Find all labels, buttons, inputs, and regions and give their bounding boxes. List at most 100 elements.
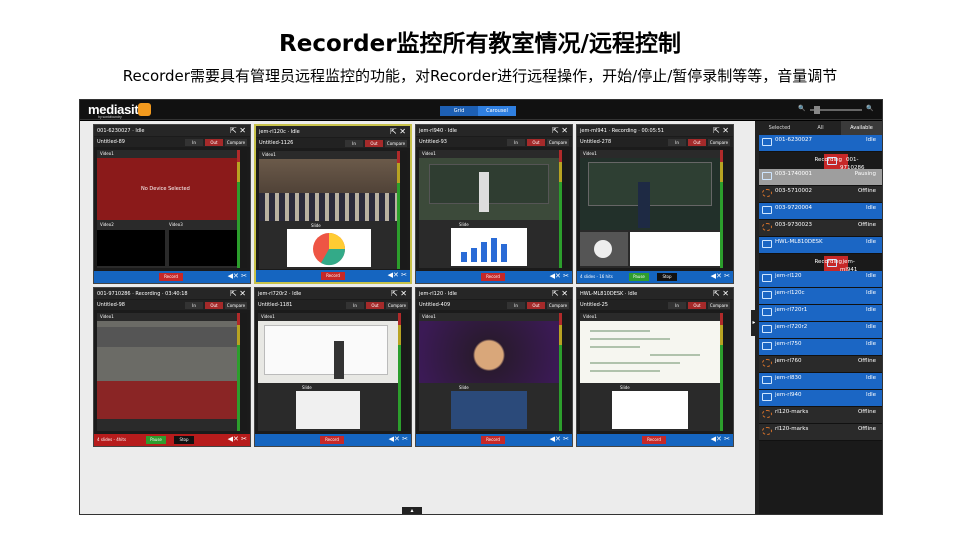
popout-close-icon[interactable]: ⇱ ✕ — [230, 126, 246, 135]
stop-button[interactable]: Stop — [174, 436, 194, 444]
in-button[interactable]: In — [185, 302, 203, 309]
pause-button[interactable]: Pause — [146, 436, 166, 444]
tile-title: 001-6230027 · Idle — [97, 128, 145, 134]
recorder-list-item[interactable]: jem-rl830 Idle — [759, 373, 882, 390]
mute-settings-icon[interactable]: ◀✕ ✂ — [550, 435, 569, 443]
record-button[interactable]: Record — [481, 273, 505, 281]
in-button[interactable]: In — [507, 139, 525, 146]
audio-level-meter[interactable] — [237, 313, 247, 431]
recorder-status: Idle — [865, 290, 876, 296]
compare-button[interactable]: Compare — [708, 139, 730, 146]
zoom-slider[interactable]: 🔍 🔍 — [798, 105, 876, 115]
mute-settings-icon[interactable]: ◀✕ ✂ — [389, 435, 408, 443]
in-button[interactable]: In — [346, 302, 364, 309]
recorder-list-item[interactable]: 003-5710002 Offline — [759, 186, 882, 203]
popout-close-icon[interactable]: ⇱ ✕ — [552, 289, 568, 298]
compare-button[interactable]: Compare — [225, 139, 247, 146]
recorder-list-item[interactable]: 003-9720004 Idle — [759, 203, 882, 220]
recorder-list-item[interactable]: jem-rl120 Idle — [759, 271, 882, 288]
out-button[interactable]: Out — [527, 139, 545, 146]
tile-presentation-row: Untitled-278 In Out Compare — [577, 137, 733, 147]
compare-button[interactable]: Compare — [385, 140, 407, 147]
audio-level-meter[interactable] — [398, 313, 408, 431]
in-button[interactable]: In — [345, 140, 363, 147]
tab-all[interactable]: All — [800, 121, 841, 135]
mute-settings-icon[interactable]: ◀✕ ✂ — [550, 272, 569, 280]
audio-level-meter[interactable] — [237, 150, 247, 268]
recorder-tile[interactable]: jem-rl940 · Idle ⇱ ✕ Untitled-93 In Out Comp… — [415, 124, 573, 284]
compare-button[interactable]: Compare — [386, 302, 408, 309]
audio-level-meter[interactable] — [397, 151, 407, 269]
popout-close-icon[interactable]: ⇱ ✕ — [230, 289, 246, 298]
recorder-list-item[interactable]: jem-rl750 Idle — [759, 339, 882, 356]
tab-available[interactable]: Available — [841, 121, 882, 135]
recorder-list-item[interactable]: rl120-marks Offline — [759, 424, 882, 441]
carousel-view-button[interactable]: Carousel — [478, 106, 516, 116]
audio-level-meter[interactable] — [559, 313, 569, 431]
logo-mark-icon — [138, 103, 151, 116]
recorder-tile[interactable]: jem-rl120 · Idle ⇱ ✕ Untitled-409 In Out Com… — [415, 287, 573, 447]
grid-view-button[interactable]: Grid — [440, 106, 478, 116]
recorder-tile[interactable]: 001-6230027 · Idle ⇱ ✕ Untitled-89 In Out Co… — [93, 124, 251, 284]
popout-close-icon[interactable]: ⇱ ✕ — [713, 126, 729, 135]
in-button[interactable]: In — [668, 139, 686, 146]
out-button[interactable]: Out — [688, 302, 706, 309]
recorder-tile[interactable]: jem-rl720r2 · Idle ⇱ ✕ Untitled-1181 In Out… — [254, 287, 412, 447]
audio-level-meter[interactable] — [720, 150, 730, 268]
zoom-out-icon[interactable]: 🔍 — [798, 105, 805, 112]
recorder-list-item[interactable]: 003-9730023 Offline — [759, 220, 882, 237]
recorder-list-item[interactable]: jem-rl760 Offline — [759, 356, 882, 373]
mute-settings-icon[interactable]: ◀✕ ✂ — [388, 271, 407, 279]
record-button[interactable]: Record — [159, 273, 183, 281]
compare-button[interactable]: Compare — [547, 139, 569, 146]
recorder-list-item[interactable]: jem-rl720r2 Idle — [759, 322, 882, 339]
recorder-name: jem-rl750 — [775, 341, 802, 347]
audio-level-meter[interactable] — [559, 150, 569, 268]
recorder-list-item[interactable]: jem-rl720r1 Idle — [759, 305, 882, 322]
monitor-icon — [762, 325, 772, 333]
out-button[interactable]: Out — [688, 139, 706, 146]
recorder-list: 001-6230027 Idle 001-9710286 Recording 003-1… — [759, 135, 882, 441]
recorder-list-item[interactable]: 003-1740001 Pausing — [759, 169, 882, 186]
out-button[interactable]: Out — [366, 302, 384, 309]
recorder-tile[interactable]: 001-9710286 · Recording · 03:40:18 ⇱ ✕ Un… — [93, 287, 251, 447]
recorder-tile[interactable]: jem-ml941 · Recording · 00:05:51 ⇱ ✕ Unti… — [576, 124, 734, 284]
compare-button[interactable]: Compare — [708, 302, 730, 309]
out-button[interactable]: Out — [527, 302, 545, 309]
in-button[interactable]: In — [507, 302, 525, 309]
in-button[interactable]: In — [185, 139, 203, 146]
audio-level-meter[interactable] — [720, 313, 730, 431]
recorder-tile[interactable]: jem-rl120c · Idle ⇱ ✕ Untitled-1126 In Out C… — [254, 124, 412, 284]
recorder-list-item[interactable]: rl120-marks Offline — [759, 407, 882, 424]
popout-close-icon[interactable]: ⇱ ✕ — [713, 289, 729, 298]
recorder-list-item[interactable]: jem-rl120c Idle — [759, 288, 882, 305]
compare-button[interactable]: Compare — [225, 302, 247, 309]
popout-close-icon[interactable]: ⇱ ✕ — [390, 127, 406, 136]
popout-close-icon[interactable]: ⇱ ✕ — [391, 289, 407, 298]
stop-button[interactable]: Stop — [657, 273, 677, 281]
recorder-list-item[interactable]: jem-rl940 Idle — [759, 390, 882, 407]
expand-bottom-handle[interactable]: ▴ — [402, 507, 422, 514]
compare-button[interactable]: Compare — [547, 302, 569, 309]
recorder-tile[interactable]: HWL-ML810DESK · Idle ⇱ ✕ Untitled-25 In Out… — [576, 287, 734, 447]
out-button[interactable]: Out — [205, 139, 223, 146]
mute-settings-icon[interactable]: ◀✕ ✂ — [711, 272, 730, 280]
tab-selected[interactable]: Selected — [759, 121, 800, 135]
zoom-knob[interactable] — [814, 106, 820, 114]
in-button[interactable]: In — [668, 302, 686, 309]
record-button[interactable]: Record — [320, 436, 344, 444]
out-button[interactable]: Out — [205, 302, 223, 309]
presentation-name: Untitled-93 — [419, 139, 447, 145]
mute-settings-icon[interactable]: ◀✕ ✂ — [228, 272, 247, 280]
out-button[interactable]: Out — [365, 140, 383, 147]
mute-settings-icon[interactable]: ◀✕ ✂ — [228, 435, 247, 443]
record-button[interactable]: Record — [321, 272, 345, 280]
recorder-list-item[interactable]: HWL-ML810DESK Idle — [759, 237, 882, 254]
mute-settings-icon[interactable]: ◀✕ ✂ — [711, 435, 730, 443]
zoom-in-icon[interactable]: 🔍 — [866, 105, 873, 112]
record-button[interactable]: Record — [481, 436, 505, 444]
recorder-list-item[interactable]: 001-6230027 Idle — [759, 135, 882, 152]
popout-close-icon[interactable]: ⇱ ✕ — [552, 126, 568, 135]
record-button[interactable]: Record — [642, 436, 666, 444]
pause-button[interactable]: Pause — [629, 273, 649, 281]
